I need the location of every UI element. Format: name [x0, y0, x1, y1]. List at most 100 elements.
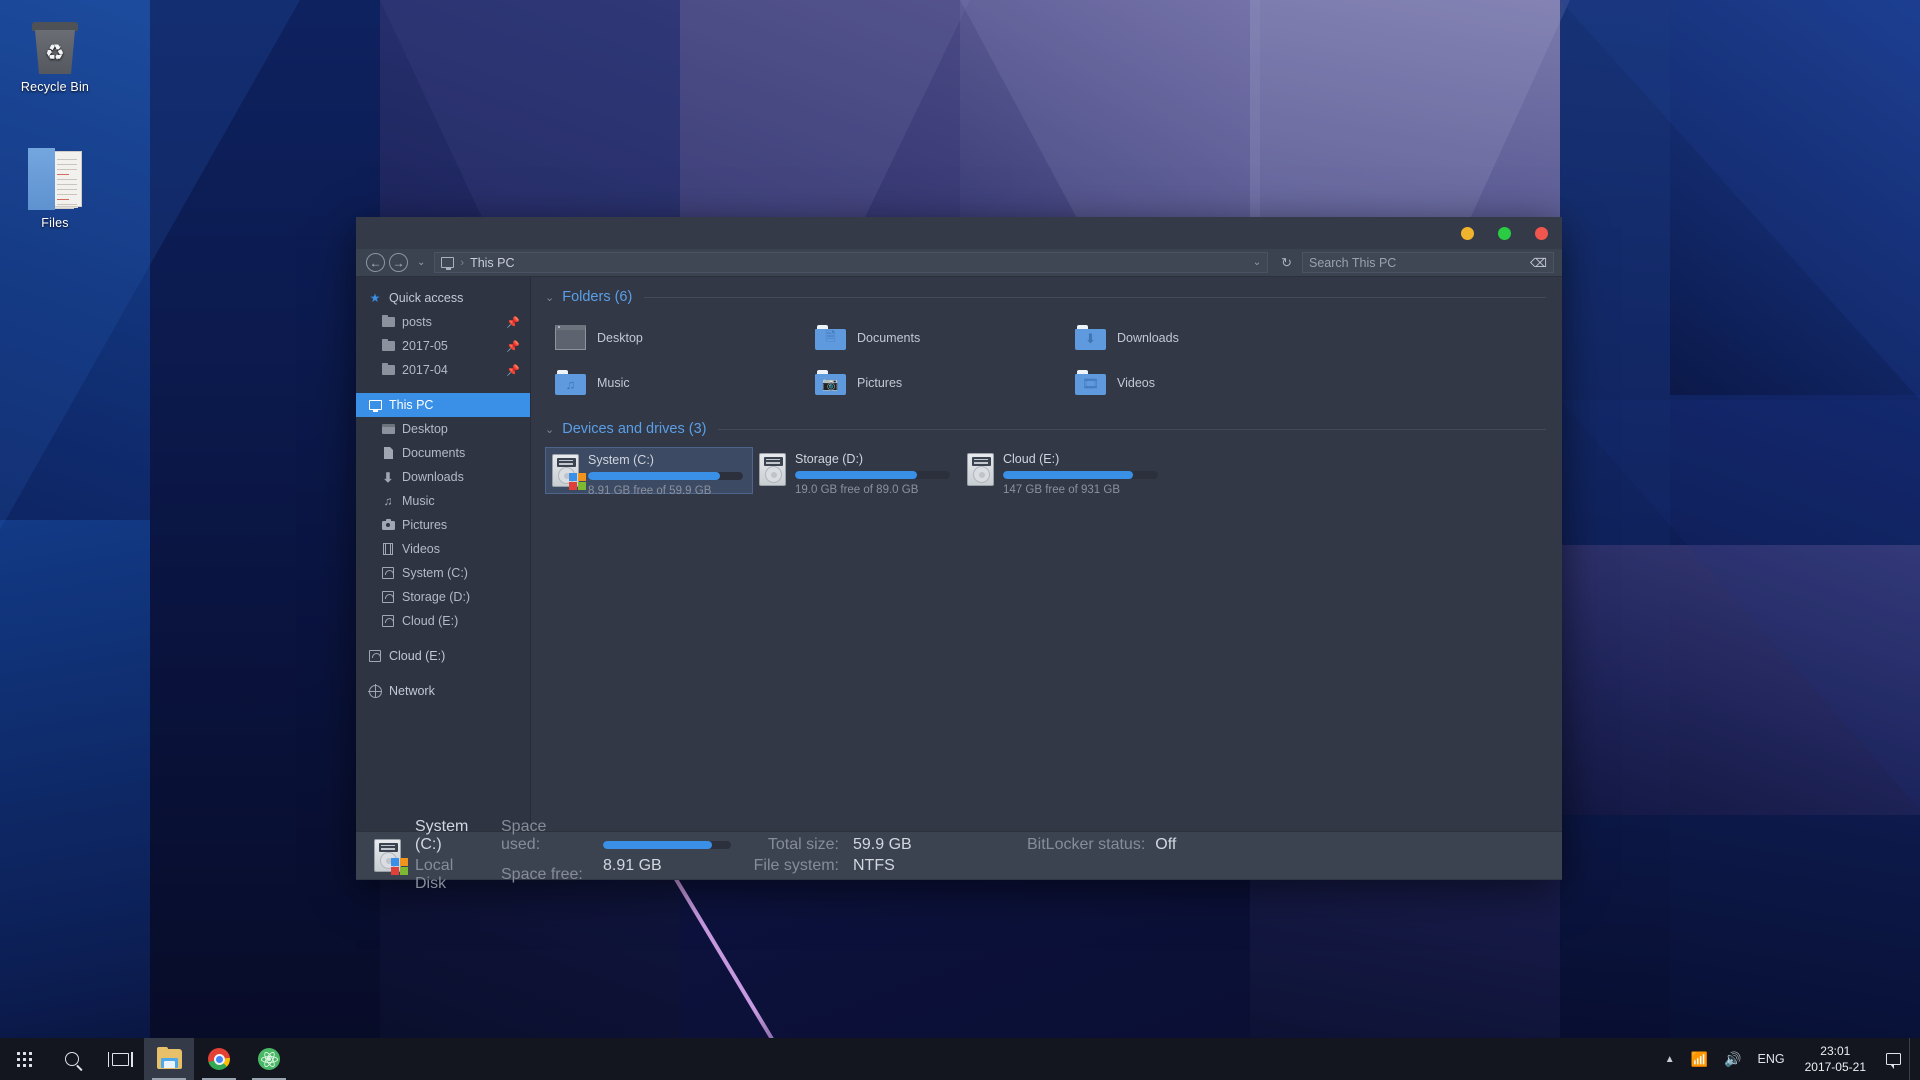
- file-explorer-window[interactable]: ← → ⌄ › This PC ⌄ ↻ Search This PC ⌫ ★ Q…: [356, 217, 1562, 892]
- taskbar[interactable]: ▲ 📶 🔊 ENG 23:01 2017-05-21: [0, 1038, 1920, 1080]
- folders-section-header[interactable]: ⌄ Folders (6): [545, 289, 1546, 305]
- folders-grid[interactable]: Desktop 🗎 Documents ⬇ Downloads ♫ Music …: [545, 315, 1546, 405]
- desktop[interactable]: ♻ Recycle Bin Files ← → ⌄ › This PC ⌄ ↻ …: [0, 0, 1920, 1080]
- sidebar-item-2017-04[interactable]: 2017-04 📌: [356, 358, 530, 382]
- status-space-values: 8.91 GB: [603, 836, 735, 875]
- clock[interactable]: 23:01 2017-05-21: [1793, 1043, 1878, 1075]
- forward-button[interactable]: →: [389, 253, 408, 272]
- sidebar-item-music[interactable]: ♫ Music: [356, 489, 530, 513]
- drive-tile-storage-d[interactable]: Storage (D:) 19.0 GB free of 89.0 GB: [753, 447, 961, 496]
- task-view-button[interactable]: [96, 1038, 144, 1080]
- status-space-used-label: Space used:: [501, 818, 547, 853]
- sidebar-item-desktop[interactable]: Desktop: [356, 417, 530, 441]
- sidebar-item-quick-access[interactable]: ★ Quick access: [356, 286, 530, 310]
- folder-tile-label: Desktop: [597, 330, 643, 345]
- sidebar-item-downloads[interactable]: ⬇ Downloads: [356, 465, 530, 489]
- taskbar-app-chrome[interactable]: [194, 1038, 244, 1080]
- sidebar-item-this-pc[interactable]: This PC: [356, 393, 530, 417]
- language-indicator[interactable]: ENG: [1750, 1038, 1793, 1080]
- taskbar-app-atom[interactable]: [244, 1038, 294, 1080]
- pin-icon[interactable]: 📌: [506, 364, 520, 377]
- sidebar-item-pictures[interactable]: Pictures: [356, 513, 530, 537]
- desktop-icon: [381, 422, 395, 436]
- chevron-down-icon[interactable]: ⌄: [545, 291, 554, 304]
- drive-label: System (C:): [588, 453, 654, 467]
- chevron-down-icon[interactable]: ⌄: [1253, 257, 1261, 268]
- close-button[interactable]: [1535, 226, 1548, 240]
- folder-tile-desktop[interactable]: Desktop: [545, 315, 805, 360]
- sidebar-item-videos[interactable]: Videos: [356, 537, 530, 561]
- drive-label: Storage (D:): [795, 452, 864, 466]
- status-bitlocker-value: Off: [1155, 836, 1177, 853]
- status-space-used-bar: [603, 841, 731, 849]
- sidebar-item-label: Desktop: [402, 422, 448, 436]
- content-pane[interactable]: ⌄ Folders (6) Desktop 🗎 Documents ⬇ Down…: [531, 277, 1562, 831]
- navigation-toolbar[interactable]: ← → ⌄ › This PC ⌄ ↻ Search This PC ⌫: [356, 249, 1562, 277]
- desktop-icon-recycle-bin[interactable]: ♻ Recycle Bin: [0, 12, 110, 94]
- window-title-bar[interactable]: [356, 217, 1562, 249]
- chevron-down-icon[interactable]: ⌄: [545, 423, 554, 436]
- search-input[interactable]: Search This PC ⌫: [1302, 252, 1554, 273]
- tray-overflow-button[interactable]: ▲: [1657, 1038, 1683, 1080]
- status-total-size-label: Total size:: [767, 836, 839, 853]
- sidebar-item-2017-05[interactable]: 2017-05 📌: [356, 334, 530, 358]
- folder-tile-pictures[interactable]: 📷 Pictures: [805, 360, 1065, 405]
- sidebar-item-system-c[interactable]: System (C:): [356, 561, 530, 585]
- status-size-labels: Total size: File system:: [749, 836, 839, 875]
- system-tray[interactable]: ▲ 📶 🔊 ENG 23:01 2017-05-21: [1657, 1038, 1920, 1080]
- search-placeholder: Search This PC: [1309, 255, 1397, 270]
- status-space-free-value: 8.91 GB: [603, 857, 662, 874]
- sidebar-item-documents[interactable]: Documents: [356, 441, 530, 465]
- drive-free-space: 8.91 GB free of 59.9 GB: [588, 485, 712, 497]
- documents-folder-icon: 🗎: [815, 325, 846, 350]
- drives-grid[interactable]: System (C:) 8.91 GB free of 59.9 GB Stor…: [545, 447, 1546, 497]
- status-file-system-value: NTFS: [853, 857, 895, 874]
- drives-section-header[interactable]: ⌄ Devices and drives (3): [545, 421, 1546, 437]
- drive-icon: [381, 566, 395, 580]
- folder-tile-music[interactable]: ♫ Music: [545, 360, 805, 405]
- sidebar-item-label: Music: [402, 494, 435, 508]
- chrome-icon: [208, 1048, 230, 1070]
- section-title: Folders (6): [562, 289, 633, 305]
- folder-tile-videos[interactable]: 🎞 Videos: [1065, 360, 1325, 405]
- desktop-icon-files[interactable]: Files: [0, 148, 110, 230]
- clear-search-icon[interactable]: ⌫: [1530, 256, 1547, 270]
- desktop-screen-icon: [555, 325, 586, 350]
- pin-icon[interactable]: 📌: [506, 316, 520, 329]
- status-total-size-value: 59.9 GB: [853, 836, 912, 853]
- search-button[interactable]: [48, 1038, 96, 1080]
- sidebar-item-cloud-e-child[interactable]: Cloud (E:): [356, 609, 530, 633]
- show-desktop-button[interactable]: [1909, 1038, 1914, 1080]
- sidebar-item-storage-d[interactable]: Storage (D:): [356, 585, 530, 609]
- drive-tile-cloud-e[interactable]: Cloud (E:) 147 GB free of 931 GB: [961, 447, 1169, 496]
- maximize-button[interactable]: [1498, 226, 1511, 240]
- navigation-pane[interactable]: ★ Quick access posts 📌 2017-05 📌 2017-04: [356, 277, 531, 831]
- section-divider: [718, 428, 1546, 430]
- drive-tile-system-c[interactable]: System (C:) 8.91 GB free of 59.9 GB: [545, 447, 753, 497]
- sidebar-item-label: posts: [402, 315, 432, 329]
- hard-drive-icon: [552, 454, 586, 490]
- wifi-icon[interactable]: 📶: [1683, 1038, 1716, 1080]
- folder-tile-downloads[interactable]: ⬇ Downloads: [1065, 315, 1325, 360]
- breadcrumb-current[interactable]: This PC: [470, 256, 514, 270]
- folder-tile-documents[interactable]: 🗎 Documents: [805, 315, 1065, 360]
- sidebar-item-posts[interactable]: posts 📌: [356, 310, 530, 334]
- taskbar-app-file-explorer[interactable]: [144, 1038, 194, 1080]
- recent-locations-icon[interactable]: ⌄: [412, 257, 430, 268]
- start-button[interactable]: [0, 1038, 48, 1080]
- sidebar-item-network[interactable]: Network: [356, 679, 530, 703]
- status-drive-name: System (C:): [415, 818, 469, 853]
- address-bar[interactable]: › This PC ⌄: [434, 252, 1269, 273]
- refresh-icon[interactable]: ↻: [1275, 255, 1298, 271]
- files-folder-icon: [0, 148, 110, 210]
- minimize-button[interactable]: [1461, 226, 1474, 240]
- sidebar-item-cloud-e[interactable]: Cloud (E:): [356, 644, 530, 668]
- back-button[interactable]: ←: [366, 253, 385, 272]
- action-center-button[interactable]: [1878, 1038, 1909, 1080]
- drive-icon: [381, 614, 395, 628]
- folder-icon: [381, 362, 395, 377]
- volume-icon[interactable]: 🔊: [1716, 1038, 1749, 1080]
- hard-drive-icon: [967, 453, 994, 486]
- pin-icon[interactable]: 📌: [506, 340, 520, 353]
